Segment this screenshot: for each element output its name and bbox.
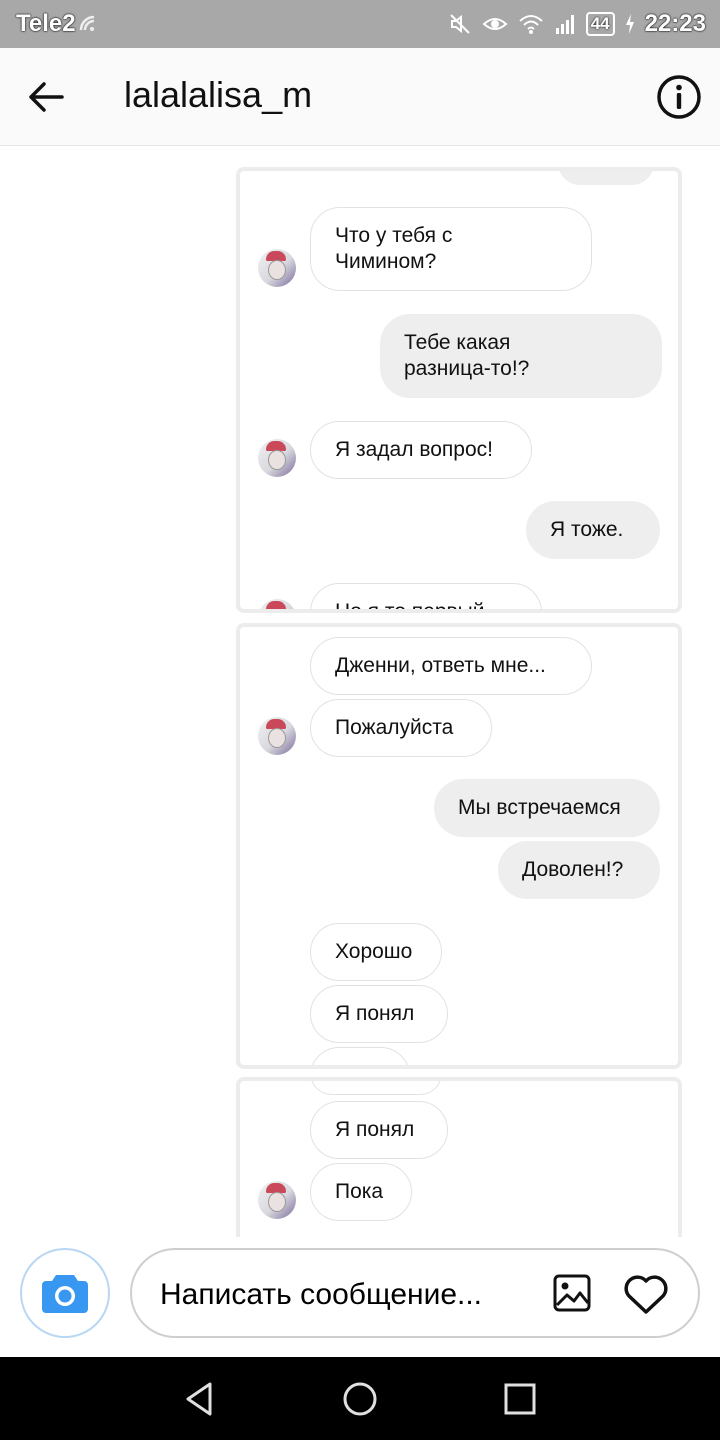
message-list[interactable]: Что у тебя с Чимином? Тебе какая разница… — [0, 147, 720, 1237]
incoming-message: Пока — [310, 1163, 412, 1221]
outgoing-message: Мы встречаемся — [434, 779, 660, 837]
status-icons: 44 22:23 — [448, 8, 706, 40]
conversation-title[interactable]: lalalalisa_m — [124, 74, 312, 116]
incoming-message: Я понял — [310, 985, 448, 1043]
home-circle-icon[interactable] — [340, 1379, 380, 1419]
avatar — [258, 249, 296, 287]
message-text: Хорошо — [335, 940, 413, 963]
message-text: Что у тебя с Чимином? — [335, 224, 453, 273]
chat-header: lalalalisa_m — [0, 48, 720, 146]
message-text: Дженни, ответь мне... — [335, 654, 546, 677]
recents-square-icon[interactable] — [500, 1379, 540, 1419]
battery-icon: 44 — [585, 12, 615, 36]
avatar — [258, 1181, 296, 1219]
clock: 22:23 — [644, 10, 706, 37]
message-text: Доволен!? — [522, 858, 624, 881]
camera-button[interactable] — [20, 1248, 110, 1338]
incoming-message: Дженни, ответь мне... — [310, 637, 592, 695]
charging-icon — [625, 14, 634, 34]
incoming-message: Пожалуйста — [310, 699, 492, 757]
back-triangle-icon[interactable] — [180, 1379, 220, 1419]
outgoing-message: Доволен!? — [498, 841, 660, 899]
arrow-left-icon[interactable] — [24, 74, 70, 120]
incoming-message: Хорошо — [310, 923, 442, 981]
info-icon[interactable] — [656, 74, 702, 120]
wifi-calling-icon — [79, 15, 95, 31]
avatar — [258, 717, 296, 755]
message-text: Я задал вопрос! — [335, 438, 493, 461]
cut-off-bubble — [310, 1047, 410, 1065]
message-text: Пока — [335, 1180, 384, 1203]
message-text: Я понял — [335, 1002, 415, 1025]
incoming-message: Я задал вопрос! — [310, 421, 532, 479]
camera-icon — [42, 1275, 88, 1313]
cut-off-bubble — [558, 171, 654, 185]
message-text: Я тоже. — [550, 518, 624, 541]
battery-level: 44 — [585, 12, 615, 36]
avatar — [258, 439, 296, 477]
eye-icon — [482, 18, 508, 30]
status-bar: Tele2 44 22:23 — [0, 0, 720, 48]
message-text: Пожалуйста — [335, 716, 454, 739]
incoming-message: Что у тебя с Чимином? — [310, 207, 592, 291]
outgoing-message: Я тоже. — [526, 501, 660, 559]
message-text: Тебе какая разница-то!? — [404, 331, 530, 380]
incoming-message: Но я то первый — [310, 583, 542, 613]
cut-off-bubble — [310, 1081, 442, 1095]
shared-screenshot-image[interactable]: Что у тебя с Чимином? Тебе какая разница… — [236, 167, 682, 613]
message-input-container — [130, 1248, 700, 1338]
system-navigation-bar — [0, 1357, 720, 1440]
heart-icon[interactable] — [622, 1271, 670, 1317]
signal-icon — [555, 15, 574, 34]
mute-icon — [449, 14, 470, 34]
image-icon[interactable] — [552, 1273, 592, 1313]
outgoing-message: Тебе какая разница-то!? — [380, 314, 662, 398]
shared-screenshot-image[interactable]: Я понял Пока — [236, 1077, 682, 1237]
message-text: Но я то первый — [335, 600, 485, 613]
wifi-icon — [519, 15, 543, 34]
message-text: Я понял — [335, 1118, 415, 1141]
message-input[interactable] — [160, 1272, 540, 1318]
carrier-label: Tele2 — [16, 10, 76, 37]
incoming-message: Я понял — [310, 1101, 448, 1159]
avatar — [258, 599, 296, 609]
message-composer — [0, 1237, 720, 1357]
message-text: Мы встречаемся — [458, 796, 621, 819]
shared-screenshot-image[interactable]: Дженни, ответь мне... Пожалуйста Мы встр… — [236, 623, 682, 1069]
